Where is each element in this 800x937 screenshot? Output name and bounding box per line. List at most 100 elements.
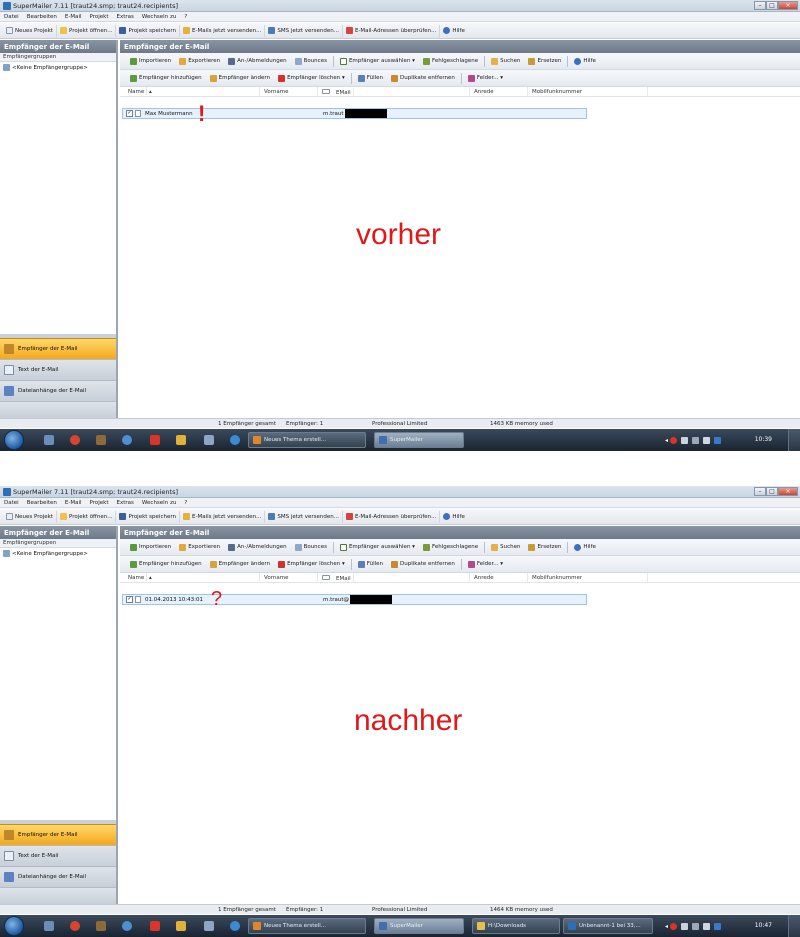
help-button[interactable]: Hilfe — [440, 511, 468, 523]
menu-bearbeiten[interactable]: Bearbeiten — [23, 12, 61, 21]
fields-button[interactable]: Felder... ▾ — [464, 72, 507, 84]
col-mobile[interactable]: Mobilfunknummer — [528, 573, 648, 583]
menu-bearbeiten[interactable]: Bearbeiten — [23, 498, 61, 507]
media-icon[interactable] — [150, 921, 160, 931]
maximize-button[interactable]: □ — [766, 487, 778, 496]
col-vorname[interactable]: Vorname — [260, 87, 318, 97]
volume-icon[interactable] — [703, 922, 711, 930]
signal-icon[interactable] — [692, 922, 700, 930]
select-recipients-button[interactable]: Empfänger auswählen ▾ — [336, 541, 419, 553]
volume-icon[interactable] — [703, 436, 711, 444]
group-item-none[interactable]: <Keine Empfängergruppe> — [0, 548, 116, 559]
check-addresses-button[interactable]: E-Mail-Adressen überprüfen... — [343, 510, 441, 523]
delete-recipient-button[interactable]: Empfänger löschen ▾ — [274, 72, 349, 84]
fill-button[interactable]: Füllen — [354, 72, 387, 84]
subscriptions-button[interactable]: An-/Abmeldungen — [224, 55, 290, 67]
start-button[interactable] — [4, 916, 24, 936]
media-icon[interactable] — [150, 435, 160, 445]
remove-duplicates-button[interactable]: Duplikate entfernen — [387, 72, 459, 84]
tray-arrow-icon[interactable]: ◂ — [665, 437, 668, 444]
explorer-icon[interactable] — [44, 921, 54, 931]
nav-email-text[interactable]: Text der E-Mail — [0, 845, 116, 866]
show-desktop-button[interactable] — [788, 429, 800, 451]
antivirus-icon[interactable] — [670, 436, 678, 444]
failed-button[interactable]: Fehlgeschlagene — [419, 541, 482, 553]
settings-quicklaunch-icon[interactable] — [204, 921, 214, 931]
bounces-button[interactable]: Bounces — [291, 541, 331, 553]
main-help-button[interactable]: Hilfe — [570, 541, 600, 553]
ie-icon[interactable] — [230, 435, 240, 445]
open-project-button[interactable]: Projekt öffnen... — [57, 24, 117, 37]
add-recipient-button[interactable]: Empfänger hinzufügen — [126, 72, 206, 84]
nav-recipients[interactable]: Empfänger der E-Mail — [0, 338, 116, 359]
ie-icon[interactable] — [230, 921, 240, 931]
folder-quicklaunch-icon[interactable] — [176, 921, 186, 931]
subscriptions-button[interactable]: An-/Abmeldungen — [224, 541, 290, 553]
menu-wechseln[interactable]: Wechseln zu — [138, 498, 180, 507]
remove-duplicates-button[interactable]: Duplikate entfernen — [387, 558, 459, 570]
minimize-button[interactable]: – — [754, 1, 766, 10]
opera-icon[interactable] — [70, 435, 80, 445]
app-quicklaunch-icon[interactable] — [96, 435, 106, 445]
bounces-button[interactable]: Bounces — [291, 55, 331, 67]
table-row[interactable]: ✓ 01.04.2013 10:43:01 m.traut@ — [122, 594, 587, 605]
taskbar-button[interactable]: Neues Thema erstell... — [248, 432, 366, 448]
menu-datei[interactable]: Datei — [0, 12, 23, 21]
replace-button[interactable]: Ersetzen — [524, 541, 565, 553]
close-button[interactable]: × — [778, 1, 798, 10]
group-item-none[interactable]: <Keine Empfängergruppe> — [0, 62, 116, 73]
new-project-button[interactable]: Neues Projekt — [3, 510, 57, 523]
fill-button[interactable]: Füllen — [354, 558, 387, 570]
nav-attachments[interactable]: Dateianhänge der E-Mail — [0, 380, 116, 401]
row-checkbox[interactable]: ✓ — [126, 596, 133, 603]
search-button[interactable]: Suchen — [487, 541, 524, 553]
opera-icon[interactable] — [70, 921, 80, 931]
folder-quicklaunch-icon[interactable] — [176, 435, 186, 445]
new-project-button[interactable]: Neues Projekt — [3, 24, 57, 37]
import-button[interactable]: Importieren — [126, 541, 175, 553]
col-email[interactable]: EMail — [318, 87, 470, 97]
signal-icon[interactable] — [692, 436, 700, 444]
col-name[interactable]: Name ▴ — [120, 87, 260, 97]
taskbar-button[interactable]: SuperMailer — [374, 918, 464, 934]
col-mobile[interactable]: Mobilfunknummer — [528, 87, 648, 97]
send-sms-button[interactable]: SMS jetzt versenden... — [265, 510, 343, 523]
menu-wechseln[interactable]: Wechseln zu — [138, 12, 180, 21]
show-desktop-button[interactable] — [788, 915, 800, 937]
export-button[interactable]: Exportieren — [175, 541, 224, 553]
menu-email[interactable]: E-Mail — [61, 498, 86, 507]
row-checkbox[interactable]: ✓ — [126, 110, 133, 117]
app-quicklaunch-icon[interactable] — [96, 921, 106, 931]
add-recipient-button[interactable]: Empfänger hinzufügen — [126, 558, 206, 570]
nav-email-text[interactable]: Text der E-Mail — [0, 359, 116, 380]
menu-datei[interactable]: Datei — [0, 498, 23, 507]
replace-button[interactable]: Ersetzen — [524, 55, 565, 67]
taskbar-button[interactable]: SuperMailer — [374, 432, 464, 448]
shield-icon[interactable] — [714, 922, 722, 930]
search-button[interactable]: Suchen — [487, 55, 524, 67]
start-button[interactable] — [4, 430, 24, 450]
failed-button[interactable]: Fehlgeschlagene — [419, 55, 482, 67]
browser-icon[interactable] — [122, 921, 132, 931]
menu-extras[interactable]: Extras — [113, 12, 138, 21]
save-project-button[interactable]: Projekt speichern — [116, 510, 180, 523]
settings-quicklaunch-icon[interactable] — [204, 435, 214, 445]
table-row[interactable]: ✓ Max Mustermann m.traut — [122, 108, 587, 119]
open-project-button[interactable]: Projekt öffnen... — [57, 510, 117, 523]
send-sms-button[interactable]: SMS jetzt versenden... — [265, 24, 343, 37]
fields-button[interactable]: Felder... ▾ — [464, 558, 507, 570]
select-recipients-button[interactable]: Empfänger auswählen ▾ — [336, 55, 419, 67]
menu-email[interactable]: E-Mail — [61, 12, 86, 21]
menu-projekt[interactable]: Projekt — [86, 498, 113, 507]
taskbar-button[interactable]: H:\Downloads — [472, 918, 560, 934]
menu-extras[interactable]: Extras — [113, 498, 138, 507]
minimize-button[interactable]: – — [754, 487, 766, 496]
check-addresses-button[interactable]: E-Mail-Adressen überprüfen... — [343, 24, 441, 37]
menu-projekt[interactable]: Projekt — [86, 12, 113, 21]
device-icon[interactable] — [681, 922, 689, 930]
menu-help[interactable]: ? — [180, 12, 191, 21]
send-emails-button[interactable]: E-Mails jetzt versenden... — [180, 24, 266, 37]
col-email[interactable]: EMail — [318, 573, 470, 583]
nav-recipients[interactable]: Empfänger der E-Mail — [0, 824, 116, 845]
shield-icon[interactable] — [714, 436, 722, 444]
